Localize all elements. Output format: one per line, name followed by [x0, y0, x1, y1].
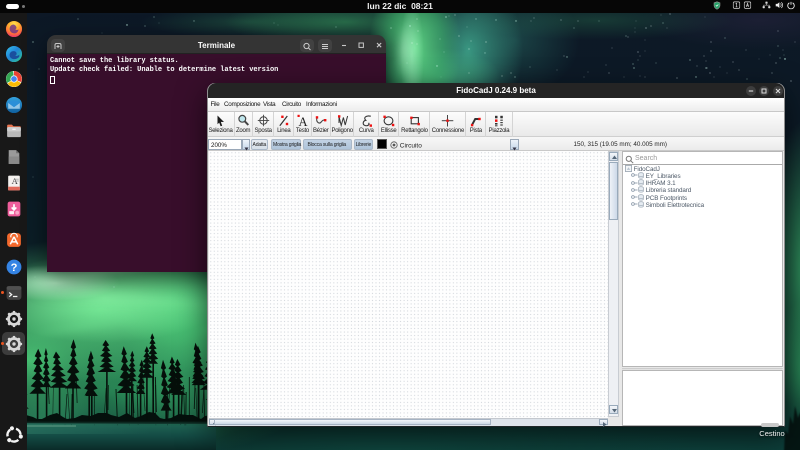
svg-text:A: A	[298, 115, 307, 127]
svg-text:?: ?	[10, 262, 17, 274]
